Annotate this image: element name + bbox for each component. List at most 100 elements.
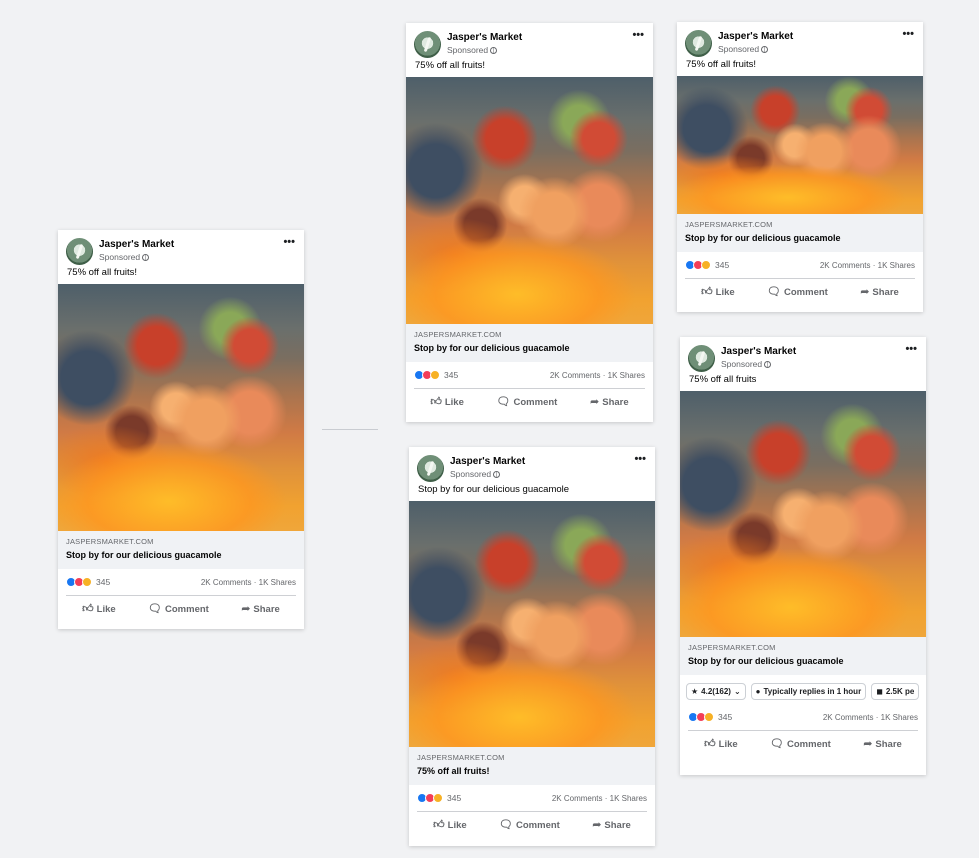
reactions[interactable]: 345 xyxy=(414,370,458,380)
share-icon: ➦ xyxy=(863,737,873,750)
link-preview[interactable]: JASPERSMARKET.COM 75% off all fruits! xyxy=(409,747,655,785)
engagement-stats: 345 2K Comments · 1K Shares xyxy=(58,569,304,595)
ad-image[interactable] xyxy=(680,391,926,637)
like-button[interactable]: 👍︎ Like xyxy=(82,603,116,615)
share-label: Share xyxy=(253,603,280,615)
more-dots-icon[interactable]: ••• xyxy=(634,454,646,465)
thumbs-up-icon: 👍︎ xyxy=(433,818,445,831)
rating-pill[interactable]: ★ 4.2(162) ⌄ xyxy=(686,683,746,700)
reactions[interactable]: 345 xyxy=(688,712,732,722)
engagement-stats: 345 2K Comments · 1K Shares xyxy=(677,252,923,278)
page-name[interactable]: Jasper's Market xyxy=(721,347,796,357)
page-name[interactable]: Jasper's Market xyxy=(450,457,525,467)
followers-pill[interactable]: ◼ 2.5K pe xyxy=(871,683,920,700)
share-button[interactable]: ➦ Share xyxy=(863,737,902,750)
comments-shares-count[interactable]: 2K Comments · 1K Shares xyxy=(823,713,918,722)
primary-text: 75% off all fruits xyxy=(689,374,757,385)
comment-button[interactable]: 🗨 Comment xyxy=(767,286,828,298)
chevron-down-icon: ⌄ xyxy=(733,687,741,696)
more-dots-icon[interactable]: ••• xyxy=(905,344,917,355)
sponsored-label: Sponsored xyxy=(99,253,174,262)
like-button[interactable]: 👍︎ Like xyxy=(433,818,467,831)
card-header: Jasper's Market Sponsored ••• xyxy=(58,230,304,266)
sponsored-text: Sponsored xyxy=(99,252,141,262)
reactions[interactable]: 345 xyxy=(417,793,461,803)
more-dots-icon[interactable]: ••• xyxy=(283,237,295,248)
more-dots-icon[interactable]: ••• xyxy=(632,30,644,41)
more-dots-icon[interactable]: ••• xyxy=(902,29,914,40)
share-button[interactable]: ➦ Share xyxy=(860,285,899,298)
share-label: Share xyxy=(872,286,899,298)
reactions[interactable]: 345 xyxy=(66,577,110,587)
share-button[interactable]: ➦ Share xyxy=(590,396,629,408)
link-preview[interactable]: JASPERSMARKET.COM Stop by for our delici… xyxy=(406,324,653,362)
response-time: Typically replies in 1 hour xyxy=(763,687,862,696)
globe-icon xyxy=(761,45,769,53)
followers-count: 2.5K pe xyxy=(885,687,915,696)
comment-label: Comment xyxy=(165,603,209,615)
ad-image[interactable] xyxy=(409,501,655,747)
reaction-count: 345 xyxy=(96,577,111,587)
link-preview[interactable]: JASPERSMARKET.COM Stop by for our delici… xyxy=(680,637,926,675)
link-title: Stop by for our delicious guacamole xyxy=(685,233,841,243)
sponsored-text: Sponsored xyxy=(721,359,763,369)
globe-icon xyxy=(142,253,150,261)
share-label: Share xyxy=(602,396,629,408)
share-label: Share xyxy=(604,819,631,831)
globe-icon xyxy=(490,46,498,54)
reactions[interactable]: 345 xyxy=(685,260,729,270)
link-preview[interactable]: JASPERSMARKET.COM Stop by for our delici… xyxy=(677,214,923,252)
share-label: Share xyxy=(875,738,902,750)
ad-image[interactable] xyxy=(58,284,304,531)
primary-text: Stop by for our delicious guacamole xyxy=(418,484,570,495)
like-button[interactable]: 👍︎ Like xyxy=(701,285,735,298)
comment-button[interactable]: 🗨 Comment xyxy=(770,737,831,750)
avatar[interactable] xyxy=(417,455,444,482)
globe-icon xyxy=(764,360,772,368)
comment-button[interactable]: 🗨 Comment xyxy=(499,819,560,831)
like-label: Like xyxy=(718,738,738,750)
card-header: Jasper's Market Sponsored ••• xyxy=(409,447,655,483)
comment-icon: 🗨 xyxy=(770,737,785,750)
ad-image[interactable] xyxy=(406,77,653,324)
share-icon: ➦ xyxy=(241,602,251,615)
link-title: Stop by for our delicious guacamole xyxy=(414,343,570,353)
thumbs-up-icon: 👍︎ xyxy=(701,285,713,298)
avatar[interactable] xyxy=(685,30,712,57)
response-time-pill[interactable]: ● Typically replies in 1 hour xyxy=(750,683,867,700)
card-header: Jasper's Market Sponsored ••• xyxy=(680,337,926,373)
comment-button[interactable]: 🗨 Comment xyxy=(496,395,558,408)
link-preview[interactable]: JASPERSMARKET.COM Stop by for our delici… xyxy=(58,531,304,569)
comments-shares-count[interactable]: 2K Comments · 1K Shares xyxy=(550,371,645,380)
reaction-count: 345 xyxy=(715,260,730,270)
ad-card-variant-2: Jasper's Market Sponsored ••• Stop by fo… xyxy=(409,447,655,846)
ad-image[interactable] xyxy=(677,76,923,214)
like-button[interactable]: 👍︎ Like xyxy=(704,738,738,750)
like-button[interactable]: 👍︎ Like xyxy=(430,396,464,408)
people-icon: ◼ xyxy=(876,687,883,696)
action-bar: 👍︎ Like 🗨 Comment ➦ Share xyxy=(688,730,918,757)
action-bar: 👍︎ Like 🗨 Comment ➦ Share xyxy=(414,388,645,415)
like-label: Like xyxy=(96,603,116,615)
comments-shares-count[interactable]: 2K Comments · 1K Shares xyxy=(552,794,647,803)
comment-button[interactable]: 🗨 Comment xyxy=(148,603,209,615)
comments-shares-count[interactable]: 2K Comments · 1K Shares xyxy=(820,261,915,270)
page-name[interactable]: Jasper's Market xyxy=(447,33,522,43)
avatar[interactable] xyxy=(66,238,93,265)
share-icon: ➦ xyxy=(860,285,870,298)
primary-text: 75% off all fruits! xyxy=(67,267,138,278)
comments-shares-count[interactable]: 2K Comments · 1K Shares xyxy=(201,578,296,587)
share-button[interactable]: ➦ Share xyxy=(592,818,631,831)
link-url: JASPERSMARKET.COM xyxy=(417,753,505,762)
ad-card-variant-3: Jasper's Market Sponsored ••• 75% off al… xyxy=(677,22,923,312)
link-url: JASPERSMARKET.COM xyxy=(688,643,776,652)
page-name[interactable]: Jasper's Market xyxy=(99,240,174,250)
avatar[interactable] xyxy=(414,31,441,58)
avatar[interactable] xyxy=(688,345,715,372)
comment-icon: 🗨 xyxy=(496,395,511,408)
share-button[interactable]: ➦ Share xyxy=(241,602,280,615)
page-name[interactable]: Jasper's Market xyxy=(718,32,793,42)
share-icon: ➦ xyxy=(592,818,602,831)
like-label: Like xyxy=(715,286,735,298)
primary-text: 75% off all fruits! xyxy=(415,60,486,71)
